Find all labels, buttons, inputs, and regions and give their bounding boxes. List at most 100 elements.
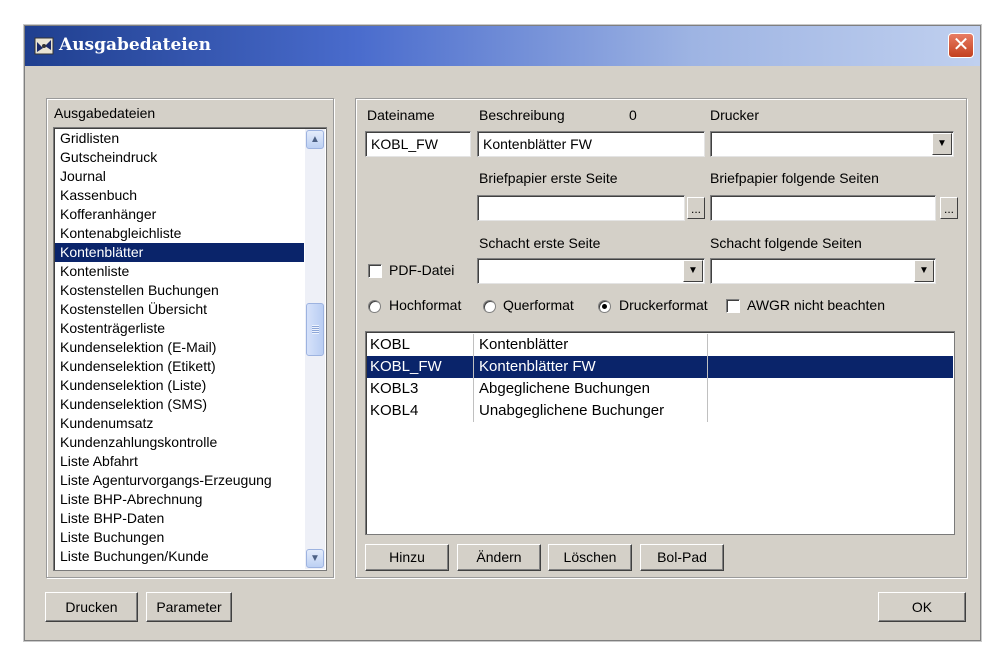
- files-grid[interactable]: KOBL Kontenblätter KOBL_FW Kontenblätter FW…: [365, 331, 955, 535]
- close-button[interactable]: ✕: [948, 33, 974, 58]
- chevron-down-icon: ▼: [919, 265, 929, 276]
- list-item[interactable]: Kontenblätter: [55, 243, 304, 262]
- drucker-label: Drucker: [710, 107, 760, 123]
- table-row[interactable]: KOBL Kontenblätter: [367, 334, 953, 356]
- ausgabedateien-group: Ausgabedateien Gridlisten Gutscheindruck J…: [46, 98, 334, 578]
- list-item[interactable]: Liste Agenturvorgangs-Erzeugung: [55, 471, 304, 490]
- column-divider: [707, 356, 708, 378]
- beschreibung-label: Beschreibung: [479, 107, 565, 123]
- column-divider: [473, 378, 474, 400]
- description-cell: Kontenblätter: [479, 336, 569, 353]
- beschreibung-input[interactable]: Kontenblätter FW: [477, 131, 705, 157]
- drucker-select[interactable]: ▼: [710, 131, 954, 157]
- ok-button[interactable]: OK: [878, 592, 966, 622]
- list-item[interactable]: Kundenselektion (Etikett): [55, 357, 304, 376]
- briefpapier-erste-label: Briefpapier erste Seite: [479, 170, 618, 186]
- code-cell: KOBL3: [370, 380, 419, 397]
- list-item[interactable]: Kontenabgleichliste: [55, 224, 304, 243]
- dateiname-input[interactable]: KOBL_FW: [365, 131, 471, 157]
- ausgabedateien-label: Ausgabedateien: [54, 105, 156, 121]
- schacht-folgende-dropdown-button[interactable]: ▼: [914, 260, 934, 282]
- column-divider: [707, 400, 708, 422]
- briefpapier-folgende-browse-button[interactable]: ...: [940, 197, 958, 219]
- list-item[interactable]: Liste Buchungen: [55, 528, 304, 547]
- description-cell: Unabgeglichene Buchunger: [479, 402, 665, 419]
- querformat-radio[interactable]: [483, 300, 496, 313]
- list-item[interactable]: Kundenselektion (Liste): [55, 376, 304, 395]
- list-item[interactable]: Gutscheindruck: [55, 148, 304, 167]
- list-item[interactable]: Kundenselektion (SMS): [55, 395, 304, 414]
- radio-selected-dot: [602, 304, 607, 309]
- list-item[interactable]: Kofferanhänger: [55, 205, 304, 224]
- chevron-down-icon: ▼: [937, 138, 947, 149]
- details-group: Dateiname Beschreibung 0 Drucker KOBL_FW…: [355, 98, 967, 578]
- scroll-down-button[interactable]: ▼: [306, 549, 324, 568]
- column-divider: [473, 400, 474, 422]
- drucken-button[interactable]: Drucken: [45, 592, 138, 622]
- druckerformat-radio[interactable]: [598, 300, 611, 313]
- list-item[interactable]: Kundenselektion (E-Mail): [55, 338, 304, 357]
- table-row[interactable]: KOBL4 Unabgeglichene Buchunger: [367, 400, 953, 422]
- scroll-up-button[interactable]: ▲: [306, 130, 324, 149]
- list-item[interactable]: Kostenträgerliste: [55, 319, 304, 338]
- column-divider: [473, 334, 474, 356]
- grip-icon: [312, 325, 319, 334]
- hochformat-radio[interactable]: [368, 300, 381, 313]
- briefpapier-folgende-input[interactable]: [710, 195, 936, 221]
- awgr-checkbox[interactable]: [726, 299, 740, 313]
- parameter-button[interactable]: Parameter: [146, 592, 232, 622]
- list-item[interactable]: Liste Abfahrt: [55, 452, 304, 471]
- list-item[interactable]: Liste Buchungen/Kunde: [55, 547, 304, 566]
- schacht-erste-label: Schacht erste Seite: [479, 235, 601, 251]
- list-item[interactable]: Gridlisten: [55, 129, 304, 148]
- aendern-button[interactable]: Ändern: [457, 544, 541, 571]
- list-item[interactable]: Kundenzahlungskontrolle: [55, 433, 304, 452]
- code-cell: KOBL_FW: [370, 358, 442, 375]
- querformat-label: Querformat: [503, 297, 574, 313]
- briefpapier-erste-browse-button[interactable]: ...: [687, 197, 705, 219]
- loeschen-button[interactable]: Löschen: [548, 544, 632, 571]
- schacht-folgende-label: Schacht folgende Seiten: [710, 235, 862, 251]
- window-title: Ausgabedateien: [59, 35, 211, 55]
- bolpad-button[interactable]: Bol-Pad: [640, 544, 724, 571]
- title-bar[interactable]: Ausgabedateien ✕: [25, 26, 980, 66]
- scroll-thumb[interactable]: [306, 303, 324, 356]
- pdf-checkbox[interactable]: [368, 264, 382, 278]
- briefpapier-erste-input[interactable]: [477, 195, 685, 221]
- chevron-down-icon: ▼: [688, 265, 698, 276]
- awgr-label: AWGR nicht beachten: [747, 297, 885, 313]
- list-item[interactable]: Kostenstellen Buchungen: [55, 281, 304, 300]
- column-divider: [707, 334, 708, 356]
- pdf-label: PDF-Datei: [389, 262, 455, 278]
- list-item[interactable]: Kassenbuch: [55, 186, 304, 205]
- column-divider: [707, 378, 708, 400]
- code-cell: KOBL: [370, 336, 411, 353]
- list-scrollbar[interactable]: ▲ ▼: [305, 129, 325, 569]
- list-item[interactable]: Kundenumsatz: [55, 414, 304, 433]
- dateiname-label: Dateiname: [367, 107, 435, 123]
- column-divider: [473, 356, 474, 378]
- ausgabedateien-list[interactable]: Gridlisten Gutscheindruck Journal Kassenbuc…: [53, 127, 327, 571]
- file-list-items: Gridlisten Gutscheindruck Journal Kassenbuc…: [55, 129, 304, 566]
- list-item[interactable]: Journal: [55, 167, 304, 186]
- list-item[interactable]: Kontenliste: [55, 262, 304, 281]
- app-icon: [34, 37, 54, 55]
- druckerformat-label: Druckerformat: [619, 297, 708, 313]
- hochformat-label: Hochformat: [389, 297, 462, 313]
- table-row[interactable]: KOBL_FW Kontenblätter FW: [367, 356, 953, 378]
- table-row[interactable]: KOBL3 Abgeglichene Buchungen: [367, 378, 953, 400]
- drucker-dropdown-button[interactable]: ▼: [932, 133, 952, 155]
- briefpapier-folgende-label: Briefpapier folgende Seiten: [710, 170, 879, 186]
- list-item[interactable]: Liste BHP-Abrechnung: [55, 490, 304, 509]
- list-item[interactable]: Liste BHP-Daten: [55, 509, 304, 528]
- schacht-folgende-select[interactable]: ▼: [710, 258, 936, 284]
- schacht-erste-dropdown-button[interactable]: ▼: [683, 260, 703, 282]
- list-item[interactable]: Kostenstellen Übersicht: [55, 300, 304, 319]
- description-cell: Kontenblätter FW: [479, 358, 596, 375]
- close-icon: ✕: [952, 34, 970, 56]
- code-cell: KOBL4: [370, 402, 419, 419]
- schacht-erste-select[interactable]: ▼: [477, 258, 705, 284]
- hinzu-button[interactable]: Hinzu: [365, 544, 449, 571]
- chevron-down-icon: ▼: [310, 553, 320, 564]
- description-cell: Abgeglichene Buchungen: [479, 380, 650, 397]
